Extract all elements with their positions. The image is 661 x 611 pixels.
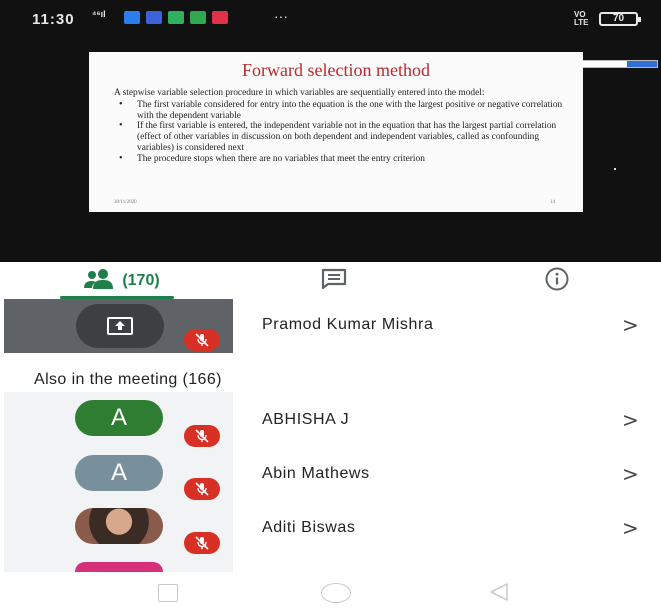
presentation-area: 11:30 ⁴⁶ıl ··· VO LTE 70 Forward selecti…	[0, 0, 661, 262]
tab-info[interactable]	[537, 262, 577, 300]
slide-date: 30/11/2020	[114, 200, 137, 205]
muted-mic-icon	[184, 532, 220, 554]
slide-bullet: If the first variable is entered, the in…	[114, 121, 569, 153]
section-title: Also in the meeting (166)	[34, 371, 222, 388]
slide-page-number: 14	[550, 200, 555, 205]
app-icon-3	[168, 11, 184, 24]
avatar	[75, 562, 163, 572]
status-bar: 11:30 ⁴⁶ıl ··· VO LTE 70	[0, 0, 661, 36]
participant-name: Abin Mathews	[262, 465, 370, 482]
slide-body: A stepwise variable selection procedure …	[114, 88, 569, 165]
volte-line2: LTE	[574, 18, 589, 27]
slide-bullets: The first variable considered for entry …	[114, 100, 569, 165]
notification-icons	[124, 11, 228, 24]
info-icon	[544, 266, 570, 297]
home-icon[interactable]	[321, 583, 351, 603]
strip-accent	[627, 61, 657, 67]
present-avatar	[76, 304, 164, 348]
app-icon-4	[190, 11, 206, 24]
presenter-row[interactable]: Pramod Kumar Mishra >	[0, 299, 661, 353]
avatar: A	[75, 400, 163, 436]
tab-chat[interactable]	[314, 262, 354, 300]
avatar-initial: A	[110, 459, 127, 486]
avatar-photo	[75, 508, 163, 544]
chevron-right-icon[interactable]: >	[622, 462, 639, 486]
tab-people[interactable]: (170)	[60, 262, 182, 300]
muted-mic-icon	[184, 425, 220, 447]
system-nav-bar	[0, 572, 661, 611]
avatar: A	[75, 455, 163, 491]
volte-icon: VO LTE	[574, 11, 589, 27]
presentation-slide: Forward selection method A stepwise vari…	[89, 52, 583, 212]
muted-mic-icon	[184, 329, 220, 351]
back-icon[interactable]	[488, 582, 510, 607]
participant-name: Aditi Biswas	[262, 519, 356, 536]
battery-icon: 70	[599, 12, 641, 26]
chevron-right-icon[interactable]: >	[622, 516, 639, 540]
people-count: (170)	[122, 272, 160, 289]
slide-title: Forward selection method	[242, 60, 430, 80]
present-screen-icon	[107, 317, 133, 335]
cursor-dot	[614, 168, 616, 170]
status-time: 11:30	[32, 11, 75, 28]
slide-intro: A stepwise variable selection procedure …	[114, 88, 485, 98]
chevron-right-icon[interactable]: >	[622, 408, 639, 432]
tab-bar: (170)	[0, 262, 661, 300]
muted-mic-icon	[184, 478, 220, 500]
app-icon-5	[212, 11, 228, 24]
slide-bullet: The first variable considered for entry …	[114, 100, 569, 122]
signal-icon: ⁴⁶ıl	[92, 9, 106, 19]
more-notifications-icon: ···	[274, 8, 288, 24]
chat-icon	[320, 268, 348, 295]
app-icon-1	[124, 11, 140, 24]
slide-bullet: The procedure stops when there are no va…	[114, 154, 569, 165]
participant-name: ABHISHA J	[262, 411, 350, 428]
avatar-initial: A	[110, 404, 127, 431]
presenter-name: Pramod Kumar Mishra	[262, 316, 434, 333]
chevron-right-icon[interactable]: >	[622, 313, 639, 337]
app-icon-2	[146, 11, 162, 24]
recents-icon[interactable]	[158, 584, 178, 602]
people-icon	[82, 268, 116, 295]
presenter-tile	[4, 299, 233, 353]
